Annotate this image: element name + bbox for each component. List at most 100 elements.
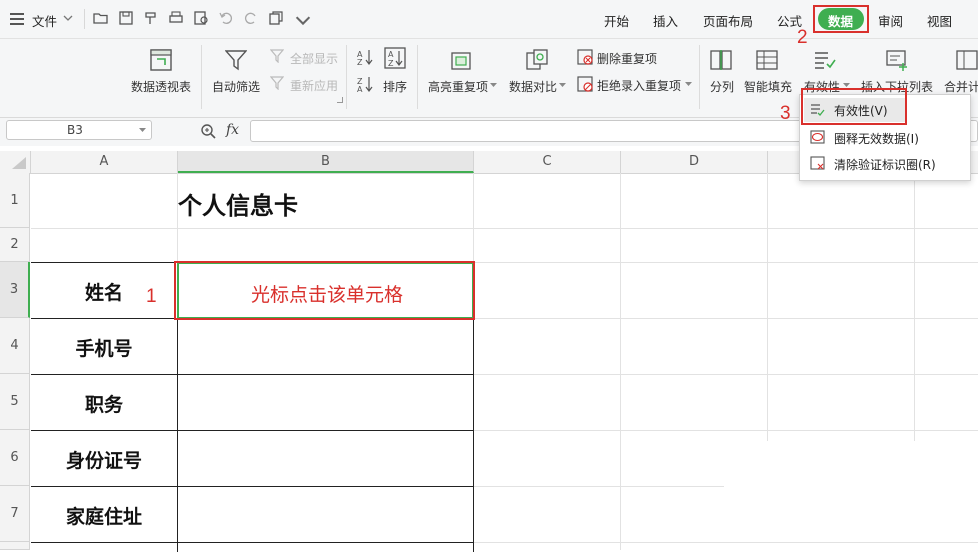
reject-duplicates-icon[interactable]: [577, 76, 593, 92]
row-header-2[interactable]: 2: [0, 228, 30, 262]
data-compare-icon[interactable]: [525, 49, 549, 71]
label-position[interactable]: 职务: [31, 390, 177, 417]
tab-insert[interactable]: 插入: [653, 11, 678, 30]
row-header-4[interactable]: 4: [0, 318, 30, 374]
print-icon[interactable]: [168, 10, 184, 26]
hamburger-icon[interactable]: [10, 13, 24, 25]
table-border: [31, 486, 474, 487]
name-box[interactable]: B3: [6, 120, 152, 140]
card-title[interactable]: 个人信息卡: [178, 186, 298, 221]
copy-icon[interactable]: [268, 10, 284, 26]
gridline: [474, 374, 978, 375]
insert-function-button[interactable]: fx: [226, 122, 239, 138]
show-all-button[interactable]: 全部显示: [290, 50, 338, 67]
row-header-5[interactable]: 5: [0, 374, 30, 430]
smart-fill-icon[interactable]: [756, 49, 778, 71]
filter-icon[interactable]: [225, 49, 247, 71]
chevron-down-icon[interactable]: [63, 15, 73, 23]
b3-hint-text: 光标点击该单元格: [251, 285, 404, 306]
step-1-label: 1: [146, 286, 157, 307]
dialog-launcher-icon[interactable]: [337, 97, 343, 103]
gridline: [474, 486, 724, 487]
undo-icon[interactable]: [218, 10, 234, 26]
chevron-down-icon[interactable]: [139, 128, 146, 133]
tab-home[interactable]: 开始: [604, 11, 629, 30]
tab-view[interactable]: 视图: [927, 11, 952, 30]
gridline: [474, 262, 978, 263]
gridline: [31, 228, 978, 229]
tab-page-layout[interactable]: 页面布局: [703, 11, 753, 30]
consolidate-icon[interactable]: [956, 49, 978, 71]
highlight-box-tab: [813, 5, 869, 33]
chevron-down-icon[interactable]: [685, 82, 692, 87]
reapply-icon[interactable]: [270, 76, 284, 90]
gridline: [474, 542, 978, 543]
label-phone[interactable]: 手机号: [31, 334, 177, 361]
sort-descending-icon[interactable]: ZA: [357, 75, 373, 93]
divider: [84, 9, 85, 29]
svg-text:Z: Z: [357, 58, 363, 66]
reject-duplicates-button[interactable]: 拒绝录入重复项: [597, 77, 681, 94]
circle-invalid-data-icon[interactable]: [810, 130, 825, 144]
zoom-icon[interactable]: [200, 123, 216, 139]
data-compare-button[interactable]: 数据对比: [509, 78, 557, 95]
svg-text:A: A: [357, 85, 363, 93]
highlight-duplicates-icon[interactable]: [449, 49, 473, 71]
validity-icon[interactable]: [814, 49, 836, 71]
chevron-down-icon[interactable]: [559, 83, 566, 88]
delete-duplicates-button[interactable]: 删除重复项: [597, 50, 657, 67]
open-folder-icon[interactable]: [93, 10, 109, 26]
tab-review[interactable]: 审阅: [878, 11, 903, 30]
step-3-label: 3: [780, 103, 791, 124]
gridline: [474, 430, 978, 431]
customize-toolbar-icon[interactable]: [295, 14, 311, 30]
column-header-d[interactable]: D: [621, 151, 768, 173]
row-header-6[interactable]: 6: [0, 430, 30, 486]
corner-cell[interactable]: [0, 151, 31, 173]
split-column-button[interactable]: 分列: [710, 78, 734, 95]
svg-text:Z: Z: [388, 59, 394, 68]
sort-ascending-icon[interactable]: AZ: [357, 48, 373, 66]
row-header-8[interactable]: [0, 542, 30, 550]
gridline: [914, 173, 915, 441]
autofilter-button[interactable]: 自动筛选: [212, 78, 260, 95]
show-all-icon[interactable]: [270, 49, 284, 63]
insert-dropdown-list-icon[interactable]: [886, 49, 910, 71]
row-header-7[interactable]: 7: [0, 486, 30, 542]
redo-icon[interactable]: [243, 10, 259, 26]
split-column-icon[interactable]: [710, 49, 732, 71]
cell-reference: B3: [67, 123, 83, 137]
svg-text:A: A: [388, 50, 394, 59]
reapply-button[interactable]: 重新应用: [290, 77, 338, 94]
pivot-table-button[interactable]: 数据透视表: [131, 78, 191, 95]
smart-fill-button[interactable]: 智能填充: [744, 78, 792, 95]
highlight-duplicates-button[interactable]: 高亮重复项: [428, 78, 488, 95]
column-header-c[interactable]: C: [474, 151, 621, 173]
chevron-down-icon[interactable]: [490, 83, 497, 88]
pivot-table-icon[interactable]: [150, 49, 172, 71]
label-home-address[interactable]: 家庭住址: [31, 502, 177, 529]
file-menu[interactable]: 文件: [32, 11, 57, 30]
column-header-b[interactable]: B: [178, 151, 474, 173]
sort-button[interactable]: 排序: [383, 78, 407, 95]
format-painter-icon[interactable]: [143, 10, 159, 26]
delete-duplicates-icon[interactable]: [577, 49, 593, 65]
divider: [201, 45, 202, 109]
clear-validation-circles-icon[interactable]: [810, 156, 825, 170]
menu-item-clear-validation-circles[interactable]: 清除验证标识圈(R): [834, 156, 936, 173]
gridline: [474, 318, 978, 319]
gridline: [620, 173, 621, 550]
column-header-a[interactable]: A: [31, 151, 178, 173]
row-header-3[interactable]: 3: [0, 262, 30, 318]
menu-item-circle-invalid-data[interactable]: 圈释无效数据(I): [834, 130, 919, 147]
save-icon[interactable]: [118, 10, 134, 26]
label-id-number[interactable]: 身份证号: [31, 446, 177, 473]
row-header-1[interactable]: 1: [0, 173, 30, 228]
step-2-label: 2: [797, 27, 808, 48]
print-preview-icon[interactable]: [193, 10, 209, 26]
table-border: [31, 430, 474, 431]
sort-icon[interactable]: AZ: [384, 47, 406, 69]
highlight-box-menu-item: [801, 88, 907, 125]
gridline: [767, 173, 768, 441]
consolidate-button[interactable]: 合并计: [944, 78, 978, 95]
